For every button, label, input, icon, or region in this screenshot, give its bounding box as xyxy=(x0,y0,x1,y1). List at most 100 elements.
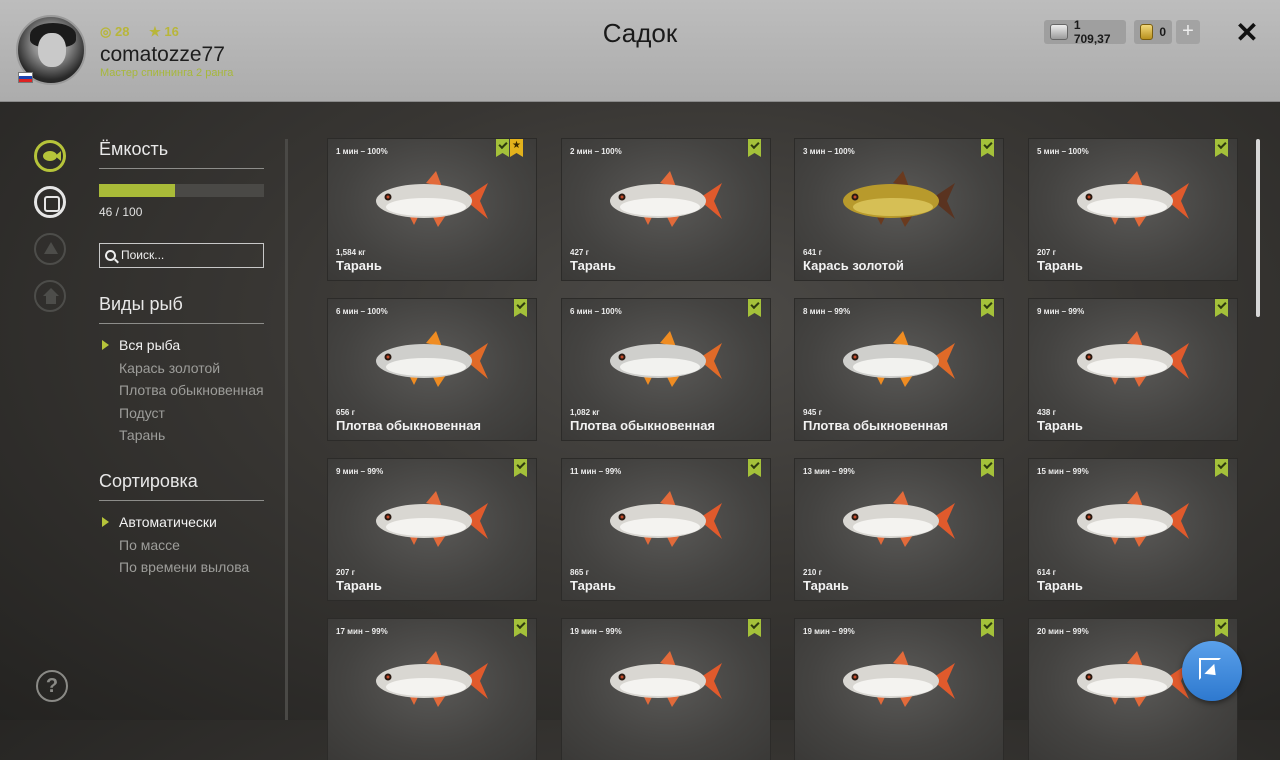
fish-image xyxy=(1077,331,1189,387)
check-badge-icon xyxy=(1215,299,1228,317)
sort-title: Сортировка xyxy=(99,471,264,501)
fish-name: Плотва обыкновенная xyxy=(570,418,716,433)
fish-weight: 945 г xyxy=(803,408,822,417)
sort-option-list: Автоматически По массе По времени вылова xyxy=(101,514,249,582)
fish-card[interactable]: 6 мин – 100% 656 г Плотва обыкновенная xyxy=(328,299,536,440)
fish-name: Тарань xyxy=(1037,418,1083,433)
species-filter-item[interactable]: Тарань xyxy=(119,427,264,450)
catch-time: 9 мин – 99% xyxy=(1037,307,1085,316)
capacity-title: Ёмкость xyxy=(99,139,264,169)
fish-image xyxy=(610,491,722,547)
home-icon[interactable] xyxy=(34,280,66,312)
check-badge-icon xyxy=(514,619,527,637)
fish-card[interactable]: 1 мин – 100% ★ 1,584 кг Тарань xyxy=(328,139,536,280)
check-badge-icon xyxy=(748,459,761,477)
fish-card[interactable]: 2 мин – 100% 427 г Тарань xyxy=(562,139,770,280)
cursor-mode-button[interactable] xyxy=(1182,641,1242,701)
fish-weight: 1,082 кг xyxy=(570,408,600,417)
species-filter-item[interactable]: Вся рыба xyxy=(102,337,264,360)
catch-time: 3 мин – 100% xyxy=(803,147,855,156)
catch-time: 5 мин – 100% xyxy=(1037,147,1089,156)
search-input[interactable]: Поиск... xyxy=(99,243,264,268)
check-badge-icon xyxy=(514,299,527,317)
fish-weight: 438 г xyxy=(1037,408,1056,417)
catch-time: 11 мин – 99% xyxy=(570,467,622,476)
fish-card[interactable]: 3 мин – 100% 641 г Карась золотой xyxy=(795,139,1003,280)
fish-name: Плотва обыкновенная xyxy=(336,418,482,433)
fish-image xyxy=(376,491,488,547)
check-badge-icon xyxy=(748,619,761,637)
fish-image xyxy=(843,171,955,227)
keepnet-icon[interactable] xyxy=(34,186,66,218)
add-gold-button[interactable]: + xyxy=(1176,20,1200,44)
species-filter-item[interactable]: Плотва обыкновенная xyxy=(119,382,264,405)
fish-card[interactable]: 8 мин – 99% 945 г Плотва обыкновенная xyxy=(795,299,1003,440)
fish-card[interactable]: 11 мин – 99% 865 г Тарань xyxy=(562,459,770,600)
check-badge-icon xyxy=(981,299,994,317)
fish-card[interactable]: 6 мин – 100% 1,082 кг Плотва обыкновенна… xyxy=(562,299,770,440)
trophy-star-icon: ★ xyxy=(510,139,523,157)
fish-name: Тарань xyxy=(1037,578,1083,593)
sort-option[interactable]: По времени вылова xyxy=(119,559,249,582)
silver-amount: 1 709,37 xyxy=(1073,18,1111,46)
fish-image xyxy=(843,491,955,547)
search-placeholder: Поиск... xyxy=(121,248,165,262)
species-filter-item[interactable]: Карась золотой xyxy=(119,360,264,383)
species-filter-list: Вся рыба Карась золотой Плотва обыкновен… xyxy=(102,337,264,450)
fish-image xyxy=(610,331,722,387)
catch-time: 9 мин – 99% xyxy=(336,467,384,476)
fish-image xyxy=(376,171,488,227)
fish-card[interactable]: 17 мин – 99% xyxy=(328,619,536,760)
close-button[interactable]: ✕ xyxy=(1234,19,1260,47)
sort-option[interactable]: По массе xyxy=(119,537,249,560)
catch-time: 6 мин – 100% xyxy=(336,307,388,316)
gold-amount: 0 xyxy=(1159,25,1166,39)
grid-scrollbar[interactable] xyxy=(1256,139,1260,317)
fish-name: Тарань xyxy=(336,258,382,273)
tackle-icon[interactable] xyxy=(34,233,66,265)
help-button[interactable]: ? xyxy=(36,670,68,702)
fish-card[interactable]: 19 мин – 99% xyxy=(795,619,1003,760)
check-badge-icon xyxy=(1215,619,1228,637)
gold-coin-icon xyxy=(1140,24,1154,40)
fish-image xyxy=(1077,491,1189,547)
fish-weight: 641 г xyxy=(803,248,822,257)
capacity-progress-fill xyxy=(99,184,175,197)
catch-time: 20 мин – 99% xyxy=(1037,627,1089,636)
fish-image xyxy=(610,171,722,227)
fish-name: Тарань xyxy=(570,578,616,593)
fish-card[interactable]: 9 мин – 99% 207 г Тарань xyxy=(328,459,536,600)
check-badge-icon xyxy=(496,139,509,157)
fish-card[interactable]: 9 мин – 99% 438 г Тарань xyxy=(1029,299,1237,440)
gold-balance: 0 xyxy=(1134,20,1172,44)
search-icon xyxy=(105,250,116,261)
species-filter-item[interactable]: Подуст xyxy=(119,405,264,428)
catch-time: 1 мин – 100% xyxy=(336,147,388,156)
fish-weight: 207 г xyxy=(336,568,355,577)
fish-image xyxy=(1077,651,1189,707)
fish-image xyxy=(843,651,955,707)
fish-weight: 207 г xyxy=(1037,248,1056,257)
fish-name: Карась золотой xyxy=(803,258,904,273)
catch-time: 13 мин – 99% xyxy=(803,467,855,476)
fish-card[interactable]: 15 мин – 99% 614 г Тарань xyxy=(1029,459,1237,600)
fish-image xyxy=(610,651,722,707)
fish-card[interactable]: 5 мин – 100% 207 г Тарань xyxy=(1029,139,1237,280)
catch-time: 17 мин – 99% xyxy=(336,627,388,636)
silver-coin-icon xyxy=(1050,24,1068,40)
fish-image xyxy=(376,331,488,387)
fish-weight: 614 г xyxy=(1037,568,1056,577)
fish-icon[interactable] xyxy=(34,140,66,172)
header-bar: ◎ 28 ★ 16 comatozze77 Мастер спиннинга 2… xyxy=(0,0,1280,102)
check-badge-icon xyxy=(1215,459,1228,477)
catch-time: 8 мин – 99% xyxy=(803,307,851,316)
fish-name: Тарань xyxy=(336,578,382,593)
fish-name: Тарань xyxy=(570,258,616,273)
fish-card[interactable]: 13 мин – 99% 210 г Тарань xyxy=(795,459,1003,600)
player-rank: Мастер спиннинга 2 ранга xyxy=(100,67,234,79)
sort-option[interactable]: Автоматически xyxy=(101,514,249,537)
check-badge-icon xyxy=(981,139,994,157)
fish-card[interactable]: 19 мин – 99% xyxy=(562,619,770,760)
fish-image xyxy=(1077,171,1189,227)
catch-time: 15 мин – 99% xyxy=(1037,467,1089,476)
